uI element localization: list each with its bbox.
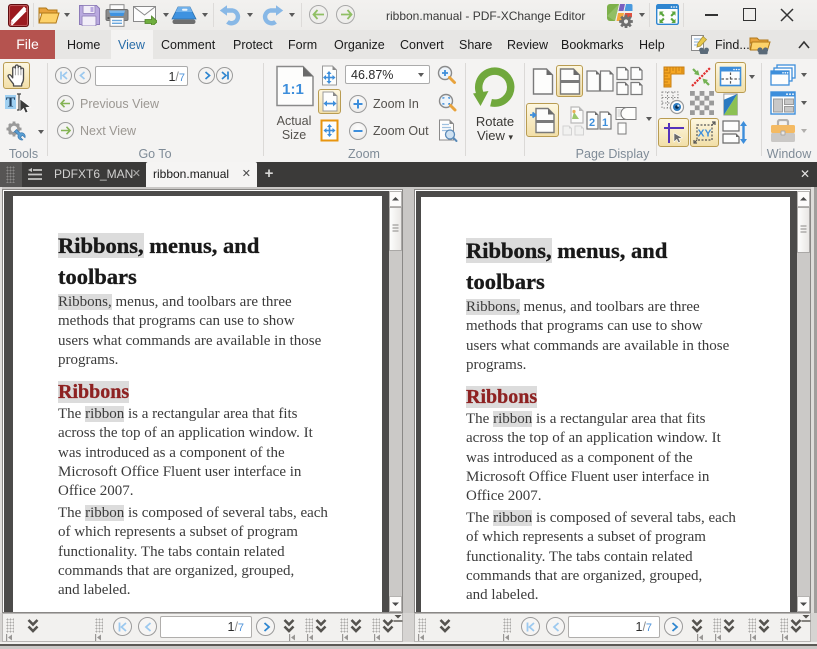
svg-text:2: 2 — [589, 117, 595, 129]
svg-text:XY: XY — [697, 128, 711, 140]
svg-text:1: 1 — [602, 117, 608, 129]
svg-text:T: T — [6, 96, 16, 111]
svg-text:1:1: 1:1 — [282, 81, 304, 98]
